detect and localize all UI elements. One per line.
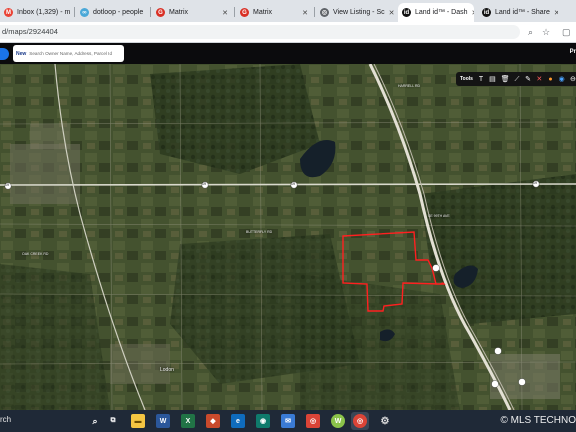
bookmark-star-icon[interactable]: ☆ bbox=[542, 26, 550, 38]
tools-label: Tools bbox=[460, 76, 473, 82]
note-tool-icon[interactable]: ▤ bbox=[489, 75, 496, 84]
route-shield-label: 19 bbox=[202, 182, 206, 186]
matrix-icon: G bbox=[240, 8, 249, 17]
mls-watermark: © MLS TECHNO bbox=[500, 415, 576, 426]
tab-separator bbox=[74, 7, 75, 17]
road-label: SE 99TH AVE bbox=[428, 214, 450, 218]
layers-tool-icon[interactable]: ◉ bbox=[559, 75, 565, 84]
browser-tab-label: Land id™ - Share bbox=[495, 9, 550, 16]
browser-tab-strip: MInbox (1,329) - m✕∞dotloop - people✕GMa… bbox=[0, 0, 576, 22]
browser-tab-label: Matrix bbox=[253, 9, 273, 16]
route-shield-label: 19 bbox=[533, 181, 537, 185]
browser-tab-label: View Listing - Sc bbox=[333, 9, 385, 16]
edge-icon[interactable]: e bbox=[231, 414, 245, 428]
globe-icon: ◎ bbox=[320, 8, 329, 17]
route-shield-label: 19 bbox=[291, 182, 295, 186]
url-field[interactable]: d/maps/2924404 bbox=[0, 25, 520, 39]
chrome-active-icon[interactable]: ◎ bbox=[353, 414, 367, 428]
map-imagery bbox=[0, 64, 576, 410]
browser-tab[interactable]: G Matrix ✕ bbox=[236, 3, 312, 22]
dotloop-icon: ∞ bbox=[80, 8, 89, 17]
search-input[interactable] bbox=[29, 51, 122, 56]
browser-tab-label: Matrix bbox=[169, 9, 189, 16]
mail-icon[interactable]: ✉ bbox=[281, 414, 295, 428]
place-label: Lodon bbox=[160, 367, 174, 373]
search-bar: New bbox=[13, 45, 124, 62]
color-tool-icon[interactable]: ● bbox=[547, 75, 553, 84]
browser-tab[interactable]: G Matrix ✕ bbox=[152, 3, 232, 22]
close-tab-icon[interactable]: ✕ bbox=[302, 9, 308, 17]
print-tool-icon[interactable]: ⊖ bbox=[570, 75, 576, 84]
close-tab-icon[interactable]: ✕ bbox=[222, 9, 228, 17]
browser-tab-label: dotloop - people bbox=[93, 9, 144, 16]
edge-alt-icon[interactable]: ◉ bbox=[256, 414, 270, 428]
whatsapp-icon[interactable]: W bbox=[331, 414, 345, 428]
profile-label[interactable]: Pr bbox=[570, 49, 576, 55]
road-label: HARRELL RD bbox=[398, 84, 421, 88]
app-header: New Pr bbox=[0, 43, 576, 64]
app-icon[interactable]: ◆ bbox=[206, 414, 220, 428]
tab-separator bbox=[314, 7, 315, 17]
landid-icon: id bbox=[482, 8, 491, 17]
tab-separator bbox=[234, 7, 235, 17]
delete-tool-icon[interactable]: 🗑 bbox=[501, 75, 510, 84]
gmail-icon: M bbox=[4, 8, 13, 17]
task-view-icon[interactable]: ⧉ bbox=[106, 414, 120, 428]
file-explorer-icon[interactable]: ▬ bbox=[131, 414, 145, 428]
browser-tab[interactable]: id Land id™ - Share ✕ bbox=[478, 3, 558, 22]
browser-tab[interactable]: id Land id™ - Dash ✕ bbox=[398, 3, 474, 22]
taskbar-search[interactable]: rch bbox=[0, 415, 11, 424]
tab-separator bbox=[150, 7, 151, 17]
close-tab-icon[interactable]: ✕ bbox=[554, 9, 558, 17]
landid-icon: id bbox=[402, 8, 411, 17]
draw-tool-icon[interactable]: ✎ bbox=[525, 75, 531, 84]
search-icon[interactable]: ⌕ bbox=[88, 414, 102, 428]
new-button[interactable]: New bbox=[16, 51, 26, 57]
address-bar-row: d/maps/2924404 ⌕ ☆ ▢ bbox=[0, 22, 576, 43]
route-shield-label: 19 bbox=[5, 183, 9, 187]
close-tab-icon[interactable]: ✕ bbox=[389, 9, 394, 17]
sidebar-toggle-button[interactable] bbox=[0, 48, 9, 60]
browser-tab[interactable]: ∞ dotloop - people✕ bbox=[76, 3, 148, 22]
close-tab-icon[interactable]: ✕ bbox=[472, 9, 474, 17]
browser-tab-label: Land id™ - Dash bbox=[415, 9, 468, 16]
word-icon[interactable]: W bbox=[156, 414, 170, 428]
browser-tab[interactable]: ◎ View Listing - Sc ✕ bbox=[316, 3, 394, 22]
map-tools-bar: Tools T ▤ 🗑 ⟋ ✎ ✕ ● ◉ ⊖ bbox=[456, 72, 576, 86]
close-tab-icon[interactable]: ✕ bbox=[147, 9, 148, 17]
zoom-icon[interactable]: ⌕ bbox=[528, 26, 533, 38]
excel-icon[interactable]: X bbox=[181, 414, 195, 428]
close-tool-icon[interactable]: ✕ bbox=[536, 75, 542, 84]
road-label: OAK CREEK RD bbox=[22, 252, 49, 256]
settings-icon[interactable]: ⚙ bbox=[378, 414, 392, 428]
matrix-icon: G bbox=[156, 8, 165, 17]
windows-taskbar: rch ⌕ ⧉ ▬ W X ◆ e ◉ ✉ ◎ W ◎ ⚙ © MLS TECH… bbox=[0, 410, 576, 432]
road-label: BUTTERFLY RD bbox=[246, 230, 273, 234]
text-tool-icon[interactable]: T bbox=[478, 75, 484, 84]
extensions-icon[interactable]: ▢ bbox=[562, 26, 571, 38]
measure-tool-icon[interactable]: ⟋ bbox=[514, 75, 520, 84]
browser-tab-label: Inbox (1,329) - m bbox=[17, 9, 71, 16]
browser-tab[interactable]: MInbox (1,329) - m✕ bbox=[0, 3, 72, 22]
satellite-map[interactable]: 19 19 19 19 HARRELL RD SE 99TH AVE BUTTE… bbox=[0, 64, 576, 410]
chrome-icon[interactable]: ◎ bbox=[306, 414, 320, 428]
